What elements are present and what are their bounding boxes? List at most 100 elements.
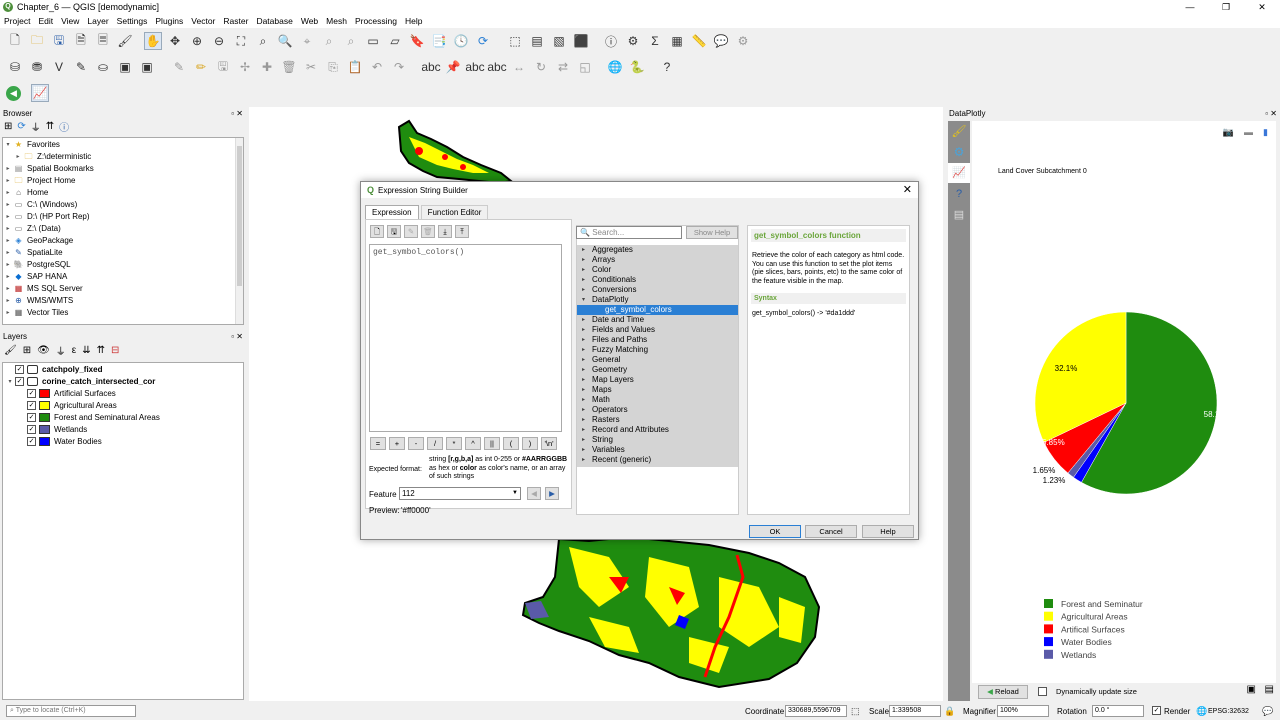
label-pin-icon[interactable]: 📌	[444, 58, 462, 76]
function-group-item[interactable]: ▸ Fields and Values	[577, 325, 738, 335]
legend-label[interactable]: Forest and Seminatur	[1061, 599, 1143, 609]
function-group-item[interactable]: ▸ Fuzzy Matching	[577, 345, 738, 355]
browser-item[interactable]: ▸ 🐘 PostgreSQL	[3, 258, 243, 270]
legend-class-item[interactable]: ✓ Forest and Seminatural Areas	[3, 411, 243, 423]
function-group-item[interactable]: ▸ Record and Attributes	[577, 425, 738, 435]
chevron-down-icon[interactable]: ▾	[3, 141, 13, 148]
function-group-item[interactable]: ▸ Operators	[577, 405, 738, 415]
layer-item[interactable]: ▾ ✓ corine_catch_intersected_cor	[3, 375, 243, 387]
legend-label[interactable]: Agricultural Areas	[1061, 612, 1128, 622]
locator-input[interactable]: ⌕ Type to locate (Ctrl+K)	[6, 705, 136, 717]
export-icon[interactable]: ⤒	[455, 225, 469, 238]
annotation-icon[interactable]: ⚙	[734, 32, 752, 50]
attribute-table-icon[interactable]: ▦	[668, 32, 686, 50]
chevron-right-icon[interactable]: ▸	[3, 261, 13, 268]
label-diagram-icon[interactable]: abc	[487, 58, 506, 76]
panel-float-close-icon[interactable]: ▫ ✕	[231, 109, 243, 118]
filter-expression-icon[interactable]: ε	[72, 345, 76, 356]
chevron-right-icon[interactable]: ▸	[3, 237, 13, 244]
browser-item[interactable]: ▸ ✎ SpatiaLite	[3, 246, 243, 258]
magnifier-field[interactable]: 100%	[997, 705, 1049, 717]
filter-legend-icon[interactable]: ⏚	[56, 343, 66, 358]
layer-visibility-checkbox[interactable]: ✓	[15, 376, 24, 386]
tab-function-editor[interactable]: Function Editor	[420, 205, 489, 219]
manage-themes-icon[interactable]: 👁	[37, 345, 50, 356]
operator-button[interactable]: (	[503, 437, 519, 450]
browser-item[interactable]: ▸ ◆ SAP HANA	[3, 270, 243, 282]
operator-button[interactable]: /	[427, 437, 443, 450]
chevron-right-icon[interactable]: ▸	[582, 375, 585, 385]
new-3d-map-icon[interactable]: ▱	[386, 32, 404, 50]
layer-visibility-checkbox[interactable]: ✓	[27, 388, 36, 398]
function-group-item[interactable]: ▸ Date and Time	[577, 315, 738, 325]
label-move-icon[interactable]: ↔	[510, 58, 528, 76]
new-bookmark-icon[interactable]: 🔖	[408, 32, 426, 50]
expression-editor[interactable]: get_symbol_colors()	[369, 244, 562, 432]
operator-button[interactable]: +	[389, 437, 405, 450]
crs-label[interactable]: EPSG:32632	[1208, 708, 1249, 715]
function-group-item[interactable]: ▸ Arrays	[577, 255, 738, 265]
chevron-right-icon[interactable]: ▸	[582, 245, 585, 255]
chevron-right-icon[interactable]: ▸	[3, 297, 13, 304]
browser-item[interactable]: ▸ ▭ D:\ (HP Port Rep)	[3, 210, 243, 222]
measure-icon[interactable]: 📏	[690, 32, 708, 50]
label-toolbar-icon[interactable]: abc	[421, 58, 440, 76]
copy-icon[interactable]: ⎘	[324, 58, 342, 76]
legend-swatch[interactable]	[1044, 637, 1053, 647]
operator-button[interactable]: ^	[465, 437, 481, 450]
next-feature-button[interactable]: ▶	[545, 487, 559, 500]
edit-icon[interactable]: ✎	[404, 225, 418, 238]
chevron-right-icon[interactable]: ▸	[3, 273, 13, 280]
function-group-item[interactable]: ▸ Rasters	[577, 415, 738, 425]
messages-icon[interactable]: 💬	[1262, 706, 1273, 717]
operator-button[interactable]: -	[408, 437, 424, 450]
add-spatialite-icon[interactable]: ⛀	[94, 58, 112, 76]
browser-item[interactable]: ▸ ⊕ WMS/WMTS	[3, 294, 243, 306]
select-by-value-icon[interactable]: ▤	[528, 32, 546, 50]
map-tips-icon[interactable]: 💬	[712, 32, 730, 50]
plot-settings-icon[interactable]: ⚙	[948, 141, 970, 163]
zoom-out-icon[interactable]: ⊖	[210, 32, 228, 50]
function-group-item[interactable]: ▸ Color	[577, 265, 738, 275]
plot-help-icon[interactable]: ?	[948, 183, 970, 205]
statistics-icon[interactable]: Σ	[646, 32, 664, 50]
browser-item[interactable]: ▸ ▦ MS SQL Server	[3, 282, 243, 294]
toggle-editing-icon[interactable]: ✏	[192, 58, 210, 76]
new-map-view-icon[interactable]: ▭	[364, 32, 382, 50]
add-wms-icon[interactable]: ▣	[116, 58, 134, 76]
legend-class-item[interactable]: ✓ Agricultural Areas	[3, 399, 243, 411]
help-button[interactable]: Help	[862, 525, 914, 538]
chevron-right-icon[interactable]: ▸	[3, 285, 13, 292]
function-group-item[interactable]: ▸ Conditionals	[577, 275, 738, 285]
browser-scrollbar[interactable]	[235, 138, 243, 324]
chevron-right-icon[interactable]: ▸	[582, 395, 585, 405]
legend-class-item[interactable]: ✓ Wetlands	[3, 423, 243, 435]
function-group-item[interactable]: ▸ General	[577, 355, 738, 365]
share-icon[interactable]: ◀	[6, 85, 21, 101]
legend-swatch[interactable]	[1044, 599, 1053, 608]
label-change-icon[interactable]: ⇄	[554, 58, 572, 76]
dynamic-update-checkbox[interactable]	[1038, 687, 1047, 696]
scale-field[interactable]: 1:339508	[889, 705, 941, 717]
legend-label[interactable]: Artifical Surfaces	[1061, 624, 1125, 634]
cancel-button[interactable]: Cancel	[805, 525, 857, 538]
chevron-down-icon[interactable]: ▾	[582, 295, 585, 305]
layout-manager-icon[interactable]: 🗏	[94, 32, 112, 50]
globe-icon[interactable]: 🌐	[606, 58, 624, 76]
identify-icon[interactable]: ⓘ	[602, 32, 620, 50]
properties-icon[interactable]: ⓘ	[59, 119, 69, 134]
browser-item[interactable]: ▸ ⌂ Home	[3, 186, 243, 198]
add-group-icon[interactable]: ⊞	[23, 345, 31, 356]
vertex-tool-icon[interactable]: ✚	[258, 58, 276, 76]
redo-icon[interactable]: ↷	[390, 58, 408, 76]
menu-layer[interactable]: Layer	[87, 16, 108, 26]
label-rotate-icon[interactable]: ↻	[532, 58, 550, 76]
cut-icon[interactable]: ✂	[302, 58, 320, 76]
chevron-right-icon[interactable]: ▸	[582, 425, 585, 435]
paste-icon[interactable]: 📋	[346, 58, 364, 76]
layer-visibility-checkbox[interactable]: ✓	[27, 424, 36, 434]
layer-visibility-checkbox[interactable]: ✓	[27, 400, 36, 410]
menu-settings[interactable]: Settings	[117, 16, 148, 26]
chevron-right-icon[interactable]: ▸	[3, 165, 13, 172]
function-group-item[interactable]: ▸ Conversions	[577, 285, 738, 295]
